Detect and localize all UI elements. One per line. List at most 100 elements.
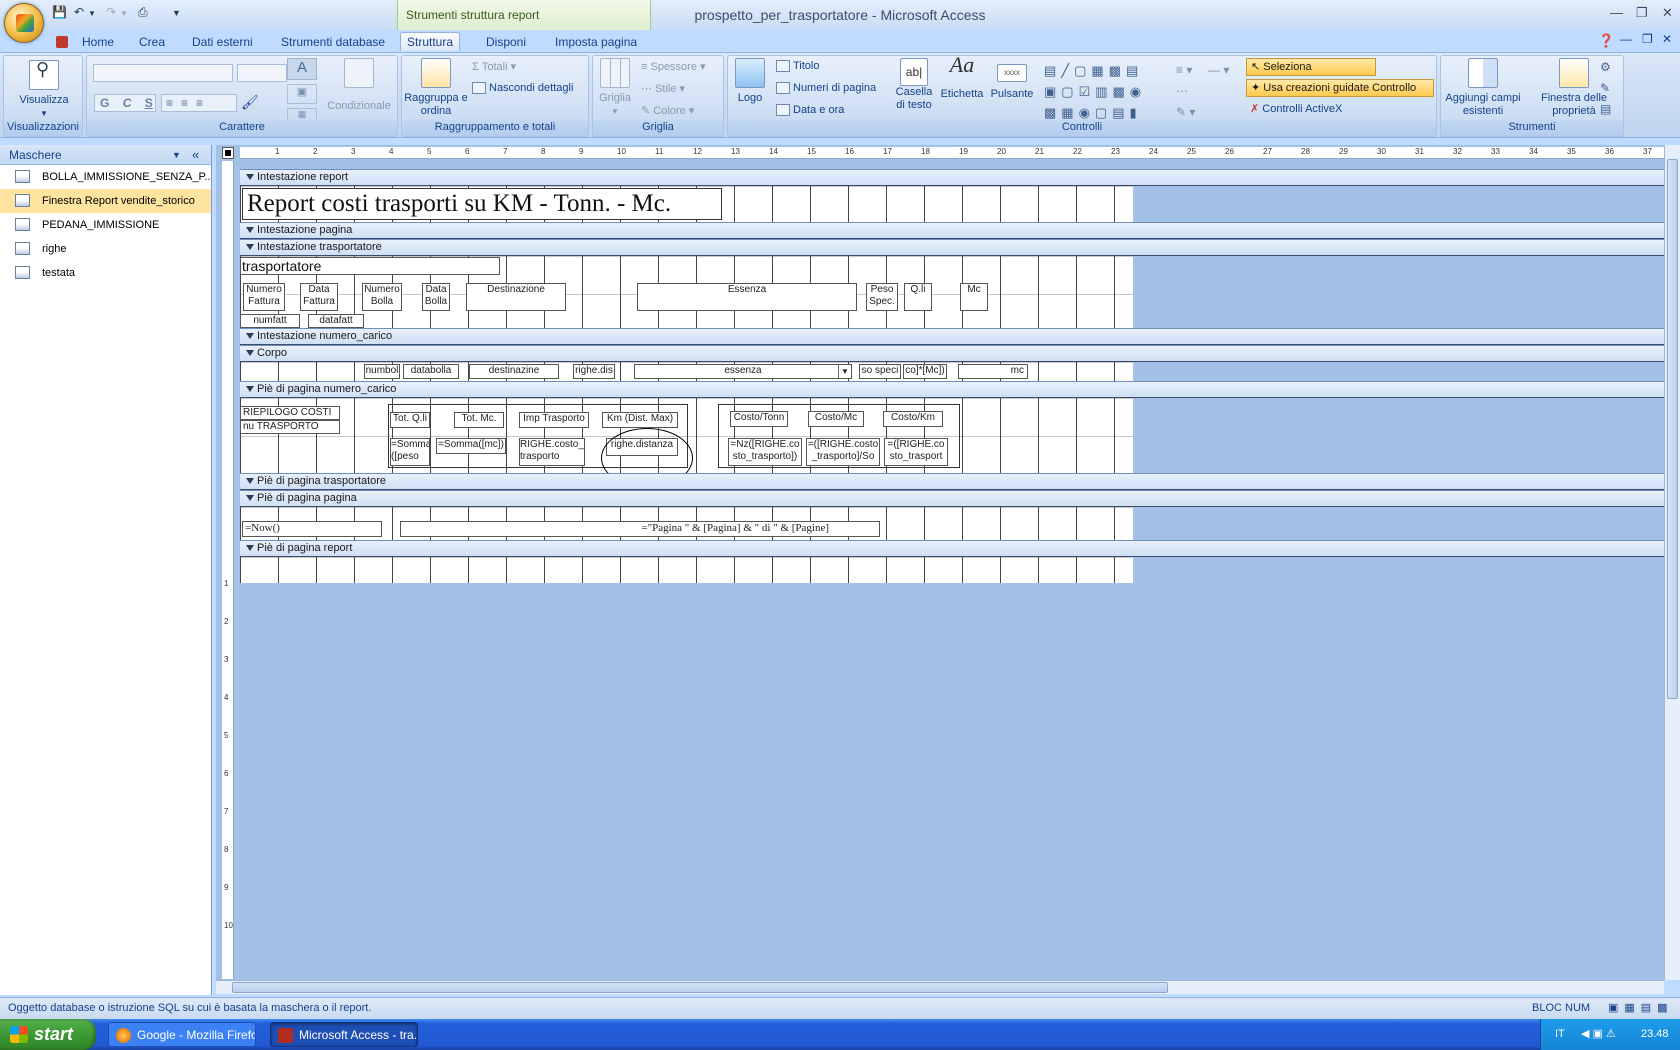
nav-item-finestra-report[interactable]: Finestra Report vendite_storico [0,189,211,213]
doc-minimize-icon[interactable]: — [1620,32,1632,46]
titolo-button[interactable]: Titolo [776,60,820,73]
riepilogo-label[interactable]: RIEPILOGO COSTI [240,406,340,420]
section-intestazione-numero-carico[interactable]: Intestazione numero_carico [240,328,1664,345]
undo-icon[interactable]: ↶ [74,5,84,19]
tab-home-icon[interactable] [50,33,74,52]
section-pie-report[interactable]: Piè di pagina report [240,540,1664,557]
vertical-scrollbar[interactable] [1664,145,1680,980]
font-name-combo[interactable] [93,64,233,82]
taskbar-firefox[interactable]: Google - Mozilla Firefox [108,1022,256,1047]
band-pie-pagina[interactable]: =Now() ="Pagina " & [Pagina] & " di " & … [240,507,1133,540]
peso-spec-field[interactable]: so speci [859,364,901,379]
language-indicator[interactable]: IT [1555,1019,1565,1050]
redo-icon[interactable]: ↷ [106,5,116,19]
seleziona-button[interactable]: ↖ Seleziona [1246,58,1376,76]
righe-costo-field[interactable]: RIGHE.costo_ trasporto [519,438,585,466]
band-pie-numero-carico[interactable]: RIEPILOGO COSTI nu TRASPORTO Tot. Q.li T… [240,398,1133,488]
etichetta-button[interactable]: Aa Etichetta [938,54,986,101]
tot-qli-label[interactable]: Tot. Q.li [390,412,430,428]
font-color-button[interactable]: A [287,58,317,80]
somma-mc-field[interactable]: =Somma([mc]) [436,438,506,454]
undo-dropdown-icon[interactable]: ▼ [88,9,96,18]
line-style-tools[interactable]: — ▾ [1208,60,1238,122]
print-icon[interactable]: ⎙ [138,5,148,20]
data-ora-button[interactable]: Data e ora [776,104,844,117]
totali-button[interactable]: Σ Totali ▾ [472,60,516,73]
redo-dropdown-icon[interactable]: ▼ [120,9,128,18]
nav-item-testata[interactable]: testata [0,261,211,285]
essenza-combo[interactable]: essenza ▼ [634,364,852,379]
casella-testo-button[interactable]: ab| Casella di testo [894,58,934,112]
doc-restore-icon[interactable]: ❐ [1642,32,1653,46]
nav-collapse-icon[interactable]: « [192,145,199,165]
band-corpo[interactable]: numbol databolla destinazine righe.dis e… [240,362,1133,381]
bold-button[interactable]: G [100,96,109,110]
close-icon[interactable]: ✕ [1662,5,1673,21]
label-peso-spec[interactable]: Peso Spec. [866,283,898,311]
trasportatore-field[interactable]: trasportatore [240,257,500,275]
nav-item-pedana[interactable]: PEDANA_IMMISSIONE [0,213,211,237]
nz-righe-field[interactable]: =Nz([RIGHE.co sto_trasporto]) [728,438,802,466]
label-data-bolla[interactable]: Data Bolla [422,283,450,311]
qli-field[interactable]: co]*[Mc]) [903,364,947,379]
report-title[interactable]: Report costi trasporti su KM - Tonn. - M… [242,188,722,220]
stile-button[interactable]: ⋯ Stile ▾ [641,82,685,95]
office-button[interactable] [4,3,44,43]
tab-dati-esterni[interactable]: Dati esterni [186,33,259,52]
pagina-field[interactable]: ="Pagina " & [Pagina] & " di " & [Pagine… [400,521,880,537]
numeri-pagina-button[interactable]: Numeri di pagina [776,82,876,95]
section-pie-numero-carico[interactable]: Piè di pagina numero_carico [240,381,1664,398]
italic-button[interactable]: C [123,96,132,110]
vertical-ruler[interactable]: 1 2 3 4 5 6 7 8 9 10 [222,161,234,979]
creazioni-guidate-toggle[interactable]: ✦ Usa creazioni guidate Controllo [1246,79,1434,97]
condizionale-button[interactable]: Condizionale [323,58,395,113]
underline-button[interactable]: S [145,96,153,110]
vertical-scroll-thumb[interactable] [1667,159,1678,699]
band-intestazione-trasportatore[interactable]: trasportatore Numero Fattura Data Fattur… [240,256,1133,328]
combo-arrow-icon[interactable]: ▼ [838,365,851,378]
format-painter-icon[interactable]: 🖌 [241,94,259,111]
numbol-field[interactable]: numbol [364,364,400,379]
horizontal-scroll-thumb[interactable] [232,982,1168,993]
nu-trasporto-label[interactable]: nu TRASPORTO [240,420,340,434]
pulsante-button[interactable]: xxxx Pulsante [988,58,1036,101]
righe-dis-field[interactable]: righe.dis [573,364,615,379]
tab-disponi[interactable]: Disponi [480,33,532,52]
righe-costo-so-field[interactable]: =([RIGHE.costo _trasporto]/So [806,438,880,466]
spessore-button[interactable]: ≡ Spessore ▾ [641,60,706,73]
section-intestazione-pagina[interactable]: Intestazione pagina [240,222,1664,239]
numfatt-field[interactable]: numfatt [240,314,300,328]
tab-home[interactable]: Home [76,33,120,52]
datafatt-field[interactable]: datafatt [308,314,364,328]
controlli-activex-button[interactable]: ✗ Controlli ActiveX [1246,102,1342,115]
databolla-field[interactable]: databolla [403,364,459,379]
costo-km-label[interactable]: Costo/Km [883,411,943,427]
righe-costo-tr-field[interactable]: =([RIGHE.co sto_trasport [884,438,948,466]
restore-icon[interactable]: ❐ [1636,5,1648,21]
save-icon[interactable]: 💾 [52,5,67,19]
tab-crea[interactable]: Crea [133,33,171,52]
font-size-combo[interactable] [237,64,287,82]
nascondi-dettagli-button[interactable]: Nascondi dettagli [472,82,573,95]
doc-close-icon[interactable]: ✕ [1662,32,1672,46]
report-selector[interactable] [222,147,234,159]
view-switcher[interactable]: ▣▦▤▩ [1608,998,1674,1018]
costo-mc-label[interactable]: Costo/Mc [808,411,864,427]
somma-peso-field[interactable]: =Somma ([peso [390,438,430,466]
section-intestazione-trasportatore[interactable]: Intestazione trasportatore [240,239,1664,256]
extra-tools[interactable]: ⚙ ✎ ▤ [1600,57,1620,119]
label-mc[interactable]: Mc [960,283,988,311]
griglia-button[interactable]: Griglia ▼ [595,58,635,118]
tot-mc-label[interactable]: Tot. Mc. [454,412,504,428]
nav-item-righe[interactable]: righe [0,237,211,261]
imp-trasporto-label[interactable]: Imp Trasporto [519,412,589,428]
controls-gallery[interactable]: ▤╱▢▦▩▤ ▣▢☑▥▩◉ ▩▦◉▢▤▮ [1044,60,1168,122]
align-buttons[interactable]: ≡≡≡ [161,94,237,112]
tab-imposta-pagina[interactable]: Imposta pagina [549,33,643,52]
nav-item-bolla[interactable]: BOLLA_IMMISSIONE_SENZA_P... [0,165,211,189]
section-pie-trasportatore[interactable]: Piè di pagina trasportatore [240,473,1664,490]
section-pie-pagina[interactable]: Piè di pagina pagina [240,490,1664,507]
start-button[interactable]: start [0,1019,96,1050]
band-intestazione-report[interactable]: Report costi trasporti su KM - Tonn. - M… [240,186,1133,222]
label-essenza[interactable]: Essenza [637,283,857,311]
